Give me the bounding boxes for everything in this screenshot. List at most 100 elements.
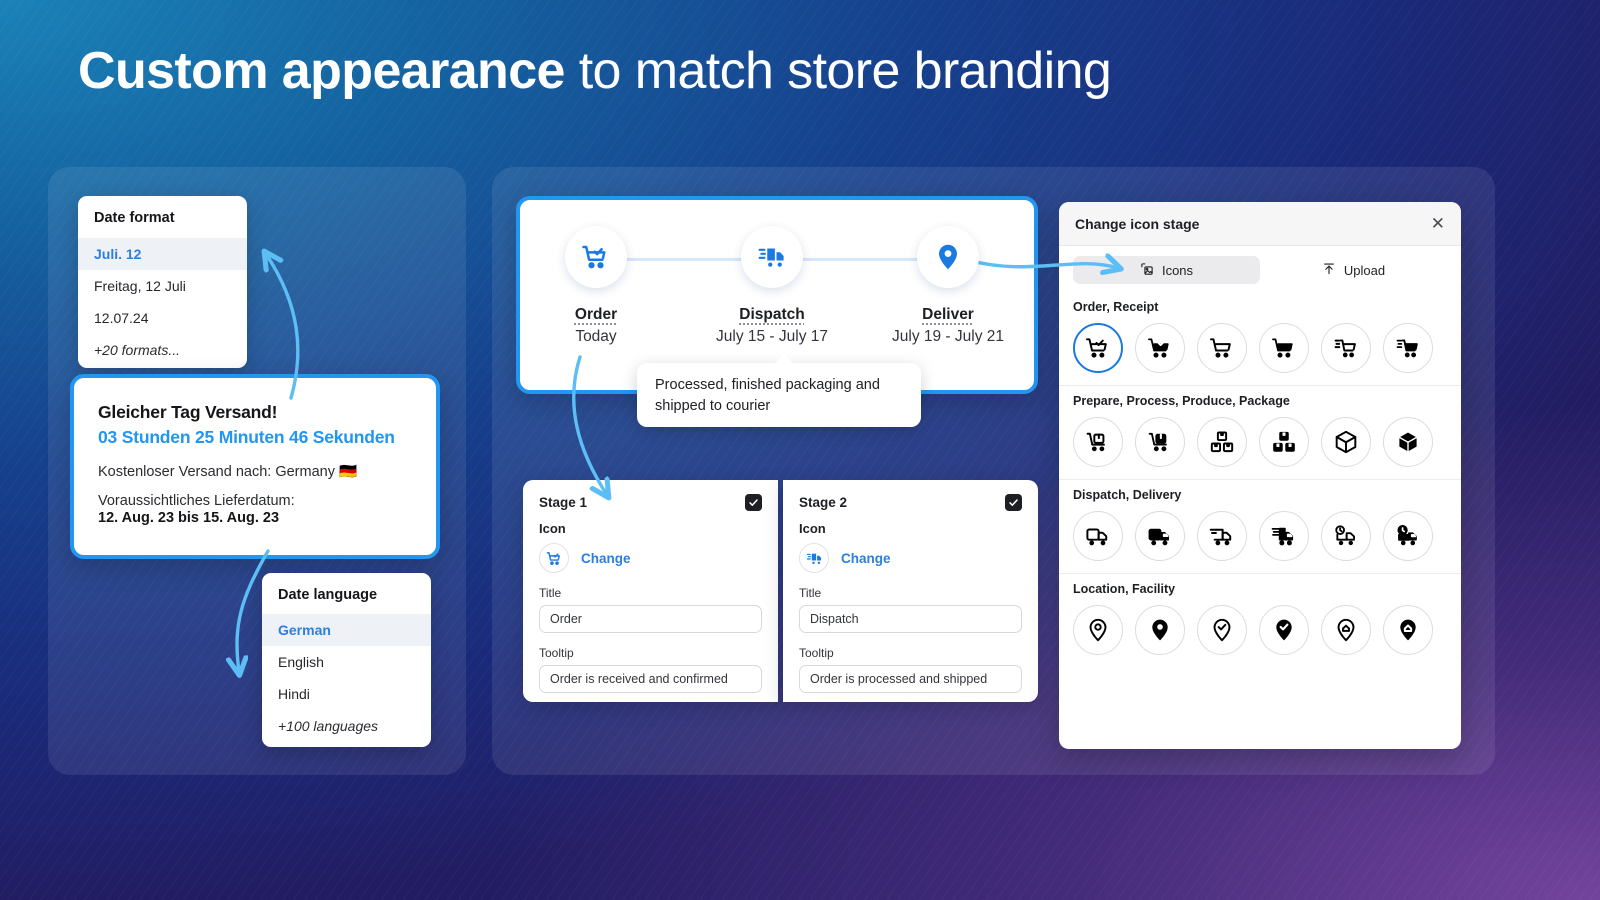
cart-box-filled-icon[interactable] [1135, 417, 1185, 467]
tab-icons[interactable]: Icons [1073, 256, 1260, 284]
shipping-delivery-label: Voraussichtliches Lieferdatum: [98, 493, 295, 509]
tab-upload[interactable]: Upload [1260, 256, 1447, 284]
pin-check-outline-icon[interactable] [1197, 605, 1247, 655]
stage-1-title-input[interactable] [539, 605, 762, 633]
icon-section-title-1: Prepare, Process, Produce, Package [1073, 394, 1290, 408]
stage-2-change-icon-link[interactable]: Change [841, 551, 891, 566]
timeline-tooltip: Processed, finished packaging and shippe… [637, 354, 921, 427]
delivery-truck-icon [741, 226, 803, 288]
modal-header: Change icon stage ✕ [1059, 202, 1461, 246]
cart-lines-outline-icon[interactable] [1321, 323, 1371, 373]
pin-filled-icon[interactable] [1135, 605, 1185, 655]
icon-section-order-receipt: Order, Receipt [1059, 292, 1461, 386]
date-format-option-3[interactable]: +20 formats... [78, 334, 247, 366]
shipping-free-shipping-line: Kostenloser Versand nach: Germany 🇩🇪 [98, 464, 358, 480]
boxes-stack-outline-icon[interactable] [1197, 417, 1247, 467]
tab-upload-label: Upload [1343, 262, 1386, 278]
cart-outline-icon[interactable] [1197, 323, 1247, 373]
cart-lines-filled-icon[interactable] [1383, 323, 1433, 373]
date-language-option-2[interactable]: Hindi [262, 678, 431, 710]
stage-2-title: Stage 2 [799, 495, 848, 510]
stage-1-enabled-checkbox[interactable] [745, 494, 762, 511]
date-format-title: Date format [94, 210, 175, 226]
cart-check-outline-icon[interactable] [1073, 323, 1123, 373]
stage-1-icon-row: Change [539, 543, 762, 573]
shipping-countdown-timer: 03 Stunden 25 Minuten 46 Sekunden [98, 427, 395, 447]
shipping-delivery-dates: 12. Aug. 23 bis 15. Aug. 23 [98, 510, 280, 526]
package-cube-outline-icon[interactable] [1321, 417, 1371, 467]
date-language-option-1[interactable]: English [262, 646, 431, 678]
page-title: Custom appearance to match store brandin… [78, 42, 1112, 100]
icon-section-dispatch-delivery: Dispatch, Delivery [1059, 480, 1461, 574]
page-title-rest: to match store branding [564, 42, 1112, 100]
stage-1-tooltip-input[interactable] [539, 665, 762, 693]
truck-speed-outline-icon[interactable] [1197, 511, 1247, 561]
shipping-heading: Gleicher Tag Versand! [98, 402, 278, 422]
timeline-stage-label-1: Dispatch [739, 306, 805, 323]
date-language-option-0[interactable]: German [262, 614, 431, 646]
stage-1-title: Stage 1 [539, 495, 588, 510]
icon-section-title-2: Dispatch, Delivery [1073, 488, 1182, 502]
stage-1-change-icon-link[interactable]: Change [581, 551, 631, 566]
stage-2-header: Stage 2 [799, 494, 1022, 511]
truck-outline-icon[interactable] [1073, 511, 1123, 561]
stage-2-tooltip-input[interactable] [799, 665, 1022, 693]
truck-filled-icon[interactable] [1135, 511, 1185, 561]
close-icon[interactable]: ✕ [1431, 215, 1445, 232]
timeline-stage-deliver[interactable]: Deliver July 19 - July 21 [868, 226, 1028, 346]
icon-section-title-3: Location, Facility [1073, 582, 1176, 596]
icon-section-prepare-process: Prepare, Process, Produce, Package [1059, 386, 1461, 480]
date-language-option-3[interactable]: +100 languages [262, 710, 431, 742]
truck-speed-filled-icon[interactable] [1259, 511, 1309, 561]
timeline-stage-dispatch[interactable]: Dispatch July 15 - July 17 [692, 226, 852, 346]
date-format-dropdown[interactable]: Date format Juli. 12 Freitag, 12 Juli 12… [78, 196, 247, 368]
upload-arrow-icon [1322, 262, 1336, 279]
stage-editor-card-2: Stage 2 Icon Change Title Tooltip [783, 480, 1038, 702]
stage-2-enabled-checkbox[interactable] [1005, 494, 1022, 511]
icon-grid-2 [1073, 511, 1447, 561]
stage-2-icon-label: Icon [799, 521, 826, 536]
date-format-option-2[interactable]: 12.07.24 [78, 302, 247, 334]
date-language-title: Date language [278, 587, 378, 603]
icon-picker-body: Order, Receipt Prepare, Process, Produce… [1059, 292, 1461, 749]
cart-box-outline-icon[interactable] [1073, 417, 1123, 467]
location-pin-icon [917, 226, 979, 288]
stage-2-title-field-label: Title [799, 586, 822, 600]
cart-filled-icon[interactable] [1259, 323, 1309, 373]
pin-check-filled-icon[interactable] [1259, 605, 1309, 655]
pin-home-filled-icon[interactable] [1383, 605, 1433, 655]
modal-title: Change icon stage [1075, 215, 1200, 232]
package-cube-filled-icon[interactable] [1383, 417, 1433, 467]
boxes-stack-filled-icon[interactable] [1259, 417, 1309, 467]
truck-clock-outline-icon[interactable] [1321, 511, 1371, 561]
pin-home-outline-icon[interactable] [1321, 605, 1371, 655]
timeline-stage-date-2: July 19 - July 21 [892, 328, 1004, 345]
modal-tabs: Icons Upload [1059, 246, 1461, 292]
icon-grid-1 [1073, 417, 1447, 467]
delivery-truck-icon [799, 543, 829, 573]
stage-editor-card-1: Stage 1 Icon Change Title Tooltip [523, 480, 778, 702]
tab-icons-label: Icons [1161, 262, 1194, 278]
cart-check-filled-icon[interactable] [1135, 323, 1185, 373]
icon-section-location-facility: Location, Facility [1059, 574, 1461, 667]
pin-outline-icon[interactable] [1073, 605, 1123, 655]
stage-2-icon-row: Change [799, 543, 1022, 573]
date-language-dropdown[interactable]: Date language German English Hindi +100 … [262, 573, 431, 747]
timeline-stage-order[interactable]: Order Today [516, 226, 676, 346]
icon-grid-3 [1073, 605, 1447, 655]
shipping-banner: Gleicher Tag Versand! 03 Stunden 25 Minu… [70, 374, 440, 559]
icon-grid-0 [1073, 323, 1447, 373]
stage-1-tooltip-field-label: Tooltip [539, 646, 574, 660]
stage-2-tooltip-field-label: Tooltip [799, 646, 834, 660]
change-icon-stage-modal: Change icon stage ✕ Icons Upload Order, … [1059, 202, 1461, 749]
truck-clock-filled-icon[interactable] [1383, 511, 1433, 561]
cart-check-icon [539, 543, 569, 573]
stage-2-title-input[interactable] [799, 605, 1022, 633]
timeline-stage-label-0: Order [574, 306, 618, 323]
date-format-option-0[interactable]: Juli. 12 [78, 238, 247, 270]
image-icon [1140, 262, 1154, 279]
cart-check-icon [565, 226, 627, 288]
date-format-option-1[interactable]: Freitag, 12 Juli [78, 270, 247, 302]
timeline-stage-label-2: Deliver [922, 306, 974, 323]
icon-section-title-0: Order, Receipt [1073, 300, 1159, 314]
